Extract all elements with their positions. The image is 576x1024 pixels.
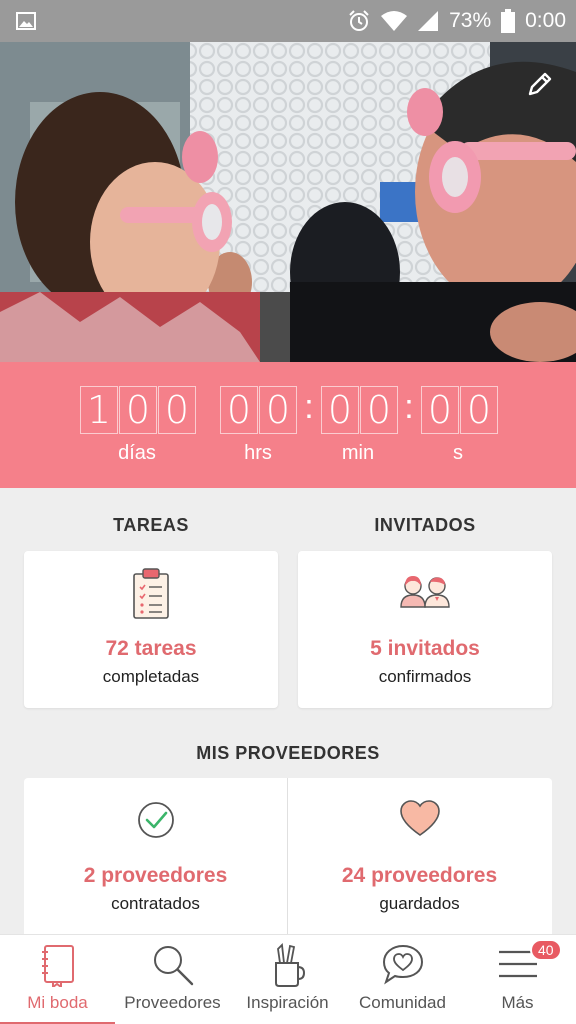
nav-label: Más: [501, 993, 534, 1012]
saved-providers-count: 24 proveedores: [341, 864, 498, 887]
nav-mas[interactable]: 40 Más: [460, 935, 575, 1024]
alarm-icon: [347, 9, 371, 33]
days-label: días: [118, 442, 156, 464]
pencil-icon: [526, 70, 554, 98]
nav-comunidad[interactable]: Comunidad: [345, 935, 460, 1024]
clock: 0:00: [525, 9, 566, 32]
hired-providers[interactable]: 2 proveedores contratados: [24, 778, 287, 938]
days-digit: 1: [80, 386, 118, 434]
couple-icon: [397, 573, 453, 614]
time-separator: :: [304, 388, 314, 426]
hours-label: hrs: [244, 442, 272, 464]
tasks-card[interactable]: 72 tareas completadas: [24, 551, 278, 708]
nav-mi-boda[interactable]: Mi boda: [0, 935, 115, 1024]
nav-label: Proveedores: [124, 993, 221, 1012]
tasks-section-title: TAREAS: [113, 515, 189, 535]
check-circle-icon: [136, 800, 176, 845]
saved-providers[interactable]: 24 proveedores guardados: [288, 778, 551, 938]
providers-card: 2 proveedores contratados 24 proveedores…: [24, 778, 552, 938]
gallery-notification-icon: [16, 12, 36, 30]
hired-providers-subtitle: contratados: [111, 894, 200, 913]
bottom-navigation: Mi boda Proveedores Inspiración Comunida…: [0, 934, 576, 1024]
minutes-digit: 0: [360, 386, 398, 434]
checklist-icon: [131, 567, 171, 626]
minutes-digit: 0: [321, 386, 359, 434]
nav-proveedores[interactable]: Proveedores: [115, 935, 230, 1024]
hours-digit: 0: [220, 386, 258, 434]
tasks-count: 72 tareas: [105, 637, 197, 660]
nav-label: Comunidad: [359, 993, 446, 1012]
nav-inspiracion[interactable]: Inspiración: [230, 935, 345, 1024]
guests-section-title: INVITADOS: [374, 515, 476, 535]
status-bar: 73% 0:00: [0, 0, 576, 42]
wedding-countdown: 1 0 0 0 0 : 0 0 : 0 0 días hrs min s: [0, 362, 576, 488]
saved-providers-subtitle: guardados: [379, 894, 460, 913]
notebook-icon: [39, 943, 77, 992]
edit-cover-button[interactable]: [522, 66, 558, 102]
guests-subtitle: confirmados: [378, 667, 472, 686]
chat-heart-icon: [381, 943, 425, 990]
hours-digit: 0: [259, 386, 297, 434]
nav-label: Mi boda: [27, 993, 88, 1012]
battery-icon: [501, 9, 516, 33]
seconds-digit: 0: [460, 386, 498, 434]
cover-photo: [0, 42, 576, 362]
signal-icon: [417, 10, 439, 32]
nav-label: Inspiración: [246, 993, 329, 1012]
pencil-cup-icon: [270, 943, 306, 992]
guests-card[interactable]: 5 invitados confirmados: [298, 551, 552, 708]
days-digit: 0: [119, 386, 157, 434]
guests-count: 5 invitados: [370, 637, 480, 660]
heart-icon: [399, 800, 441, 843]
wifi-icon: [381, 10, 408, 32]
minutes-label: min: [341, 442, 375, 464]
notification-badge: 40: [530, 939, 562, 961]
hired-providers-count: 2 proveedores: [83, 864, 228, 887]
battery-percent: 73%: [449, 9, 492, 32]
days-digit: 0: [158, 386, 196, 434]
time-separator: :: [404, 388, 414, 426]
search-icon: [151, 943, 195, 992]
tasks-subtitle: completadas: [102, 667, 200, 686]
seconds-digit: 0: [421, 386, 459, 434]
providers-section-title: MIS PROVEEDORES: [196, 743, 380, 763]
seconds-label: s: [453, 442, 463, 464]
